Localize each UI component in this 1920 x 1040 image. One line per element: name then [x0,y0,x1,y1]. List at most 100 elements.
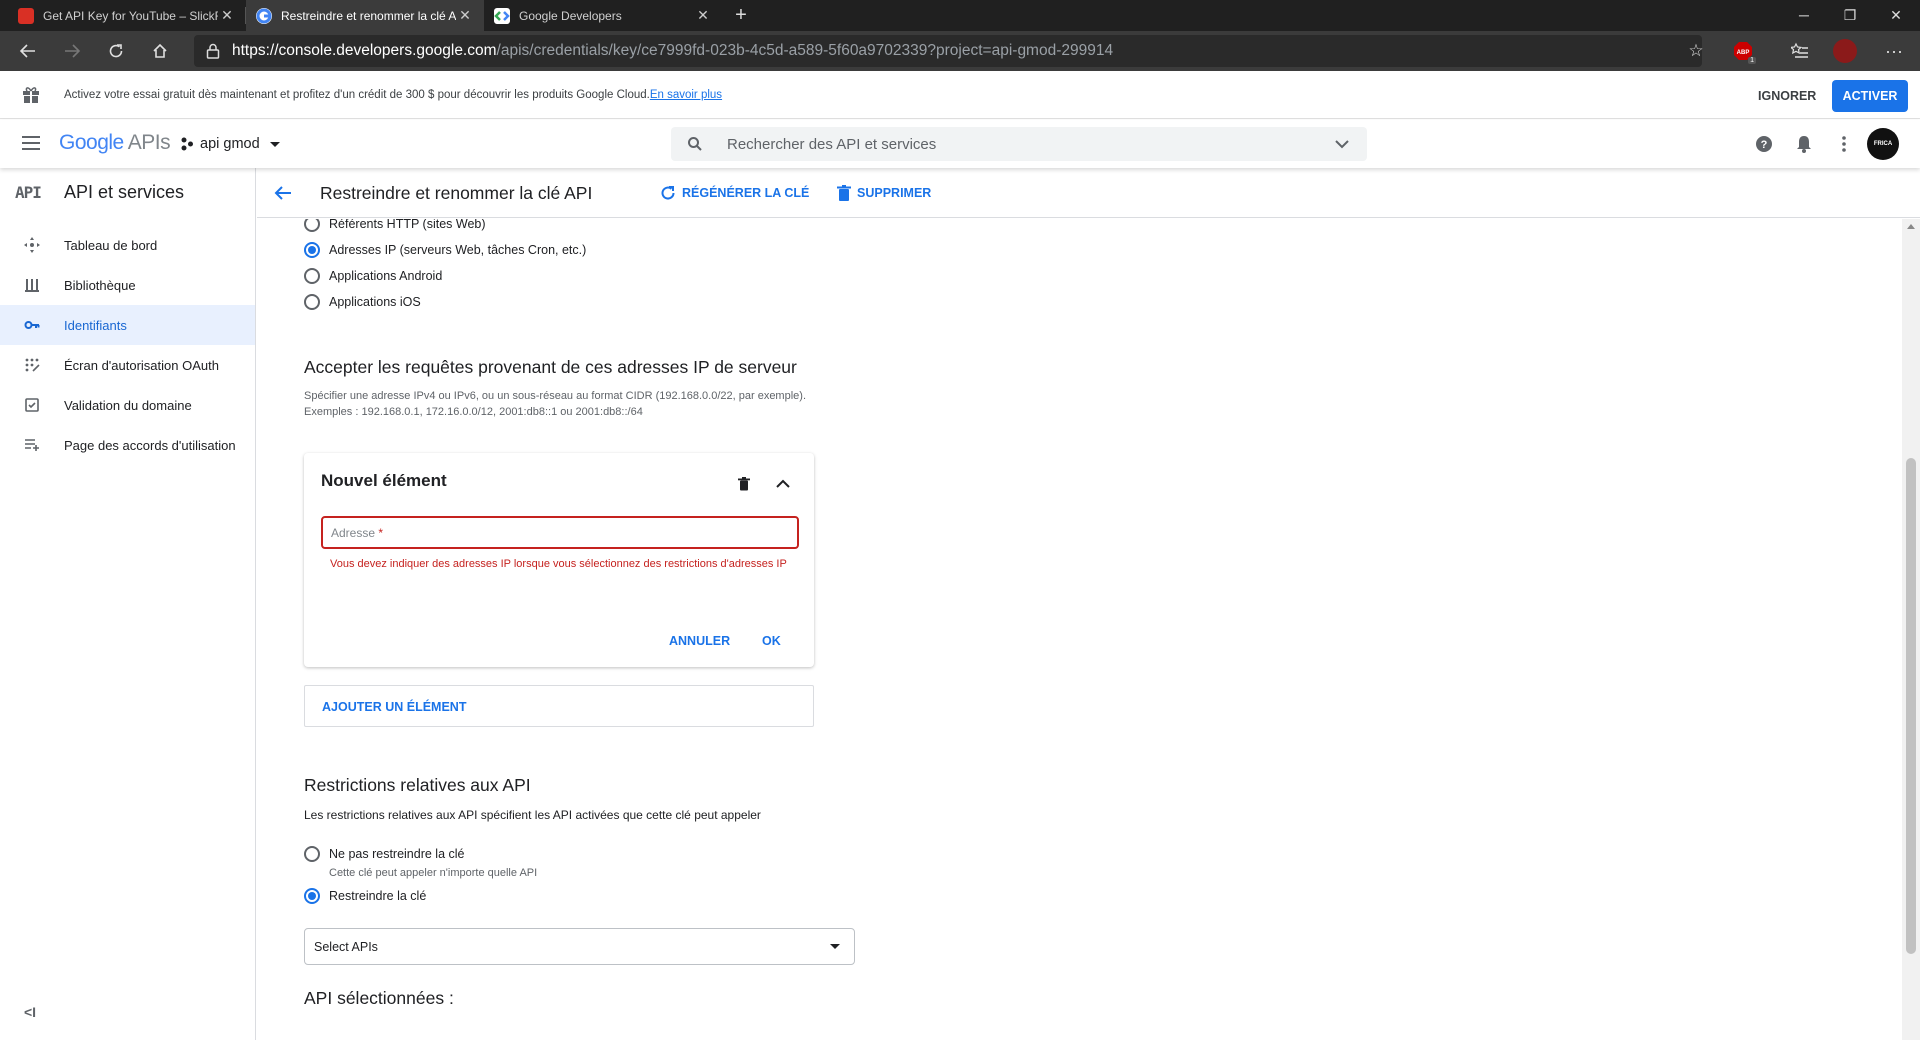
learn-more-link[interactable]: En savoir plus [650,89,722,101]
dashboard-icon [24,237,40,253]
cancel-button[interactable]: ANNULER [669,634,730,648]
dropdown-arrow-icon [830,944,840,949]
project-selector[interactable]: api gmod [180,136,280,152]
sidebar-title: API et services [64,182,185,202]
sidebar-item-label: Page des accords d'utilisation [64,437,236,453]
key-icon [24,321,40,329]
tab-title: Restreindre et renommer la clé A [281,8,456,23]
home-icon[interactable] [146,37,174,65]
radio-android-apps[interactable]: Applications Android [304,268,442,284]
radio-button[interactable] [304,294,320,310]
add-item-button[interactable]: AJOUTER UN ÉLÉMENT [304,685,814,727]
radio-http-referrers[interactable]: Référents HTTP (sites Web) [304,219,486,232]
close-tab-icon[interactable]: ✕ [456,7,474,24]
address-bar[interactable]: https://console.developers.google.com/ap… [194,35,1702,67]
app-header: Google APIs api gmod Rechercher des API e… [0,120,1920,168]
sidebar: API API et services Tableau de bord Bibl… [0,168,256,1040]
scrollbar[interactable] [1902,219,1920,1040]
sidebar-item-agreements[interactable]: Page des accords d'utilisation [0,425,255,465]
select-value: Select APIs [314,940,378,954]
regenerate-key-button[interactable]: RÉGÉNÉRER LA CLÉ [660,185,809,201]
help-icon[interactable]: ? [1754,134,1774,154]
promo-message: Activez votre essai gratuit dès maintena… [64,89,650,101]
developers-favicon-icon [494,7,510,24]
radio-label: Ne pas restreindre la clé [329,847,465,861]
chevron-up-icon[interactable] [776,479,790,489]
radio-label: Restreindre la clé [329,889,427,903]
browser-tab[interactable]: Get API Key for YouTube – SlickR ✕ [8,0,246,31]
page-header: Restreindre et renommer la clé API RÉGÉN… [257,168,1920,218]
dropdown-arrow-icon [269,141,280,147]
gift-icon [23,87,39,103]
notifications-icon[interactable] [1794,134,1814,154]
radio-button[interactable] [304,888,320,904]
minimize-icon[interactable]: ─ [1781,0,1827,31]
api-logo-icon: API [15,183,42,202]
google-apis-logo[interactable]: Google APIs [59,131,171,155]
activate-button[interactable]: ACTIVER [1832,80,1908,112]
more-vert-icon[interactable] [1834,134,1854,154]
address-placeholder: Adresse * [331,526,383,540]
close-window-icon[interactable]: ✕ [1873,0,1919,31]
domain-icon [25,398,39,412]
dismiss-button[interactable]: IGNORER [1758,89,1816,103]
reload-icon[interactable] [102,37,130,65]
delete-button[interactable]: SUPPRIMER [837,185,931,201]
new-tab-icon[interactable]: + [729,3,753,27]
scrollbar-thumb[interactable] [1906,458,1916,954]
ok-button[interactable]: OK [762,634,781,648]
chevron-down-icon[interactable] [1335,139,1349,149]
adblock-icon[interactable]: ABP 1 [1733,41,1756,64]
radio-ip-addresses[interactable]: Adresses IP (serveurs Web, tâches Cron, … [304,242,586,258]
collapse-sidebar-icon[interactable]: <I [24,1004,36,1020]
search-bar[interactable]: Rechercher des API et services [671,127,1367,161]
close-tab-icon[interactable]: ✕ [694,7,712,24]
radio-ios-apps[interactable]: Applications iOS [304,294,421,310]
sidebar-item-label: Tableau de bord [64,237,158,253]
account-avatar[interactable]: FRICA [1867,128,1899,160]
google-favicon-icon [256,7,272,24]
sidebar-item-credentials[interactable]: Identifiants [0,305,255,345]
restore-icon[interactable]: ❐ [1827,0,1873,31]
project-icon [181,137,193,151]
favorite-star-icon[interactable]: ☆ [1682,37,1710,65]
radio-restrict-key[interactable]: Restreindre la clé [304,888,426,904]
sidebar-item-library[interactable]: Bibliothèque [0,265,255,305]
select-apis-dropdown[interactable]: Select APIs [304,928,855,965]
ip-section-heading: Accepter les requêtes provenant de ces a… [304,357,797,377]
address-error: Vous devez indiquer des adresses IP lors… [330,558,787,570]
radio-button[interactable] [304,242,320,258]
oauth-icon [25,358,40,372]
delete-label: SUPPRIMER [857,186,932,200]
profile-avatar[interactable] [1833,39,1857,63]
radio-button[interactable] [304,268,320,284]
refresh-icon [661,186,675,200]
browser-toolbar: https://console.developers.google.com/ap… [0,31,1920,71]
address-label: Adresse [331,526,376,540]
sidebar-item-oauth[interactable]: Écran d'autorisation OAuth [0,345,255,385]
logo-apis: APIs [127,131,171,154]
sidebar-item-label: Écran d'autorisation OAuth [64,357,219,373]
ip-help-line-2: Exemples : 192.168.0.1, 172.16.0.0/12, 2… [304,406,643,418]
back-icon[interactable] [14,37,42,65]
close-tab-icon[interactable]: ✕ [218,7,236,24]
radio-dont-restrict[interactable]: Ne pas restreindre la clé [304,846,464,862]
favorites-list-icon[interactable] [1786,37,1814,65]
address-input[interactable]: Adresse * [321,516,799,549]
radio-button[interactable] [304,219,320,232]
radio-label: Applications iOS [329,295,421,309]
forward-icon[interactable] [58,37,86,65]
browser-menu-icon[interactable]: ··· [1880,37,1908,65]
browser-tab-active[interactable]: Restreindre et renommer la clé A ✕ [246,0,484,31]
scroll-up-icon[interactable] [1907,224,1915,229]
radio-button[interactable] [304,846,320,862]
sidebar-item-domain-verification[interactable]: Validation du domaine [0,385,255,425]
adblock-badge: 1 [1748,57,1756,64]
menu-icon[interactable] [22,136,40,150]
back-arrow-icon[interactable] [273,183,293,203]
radio-label: Applications Android [329,269,443,283]
svg-text:?: ? [1761,139,1768,151]
sidebar-item-dashboard[interactable]: Tableau de bord [0,225,255,265]
browser-tab[interactable]: Google Developers ✕ [484,0,722,31]
trash-icon[interactable] [738,477,750,491]
